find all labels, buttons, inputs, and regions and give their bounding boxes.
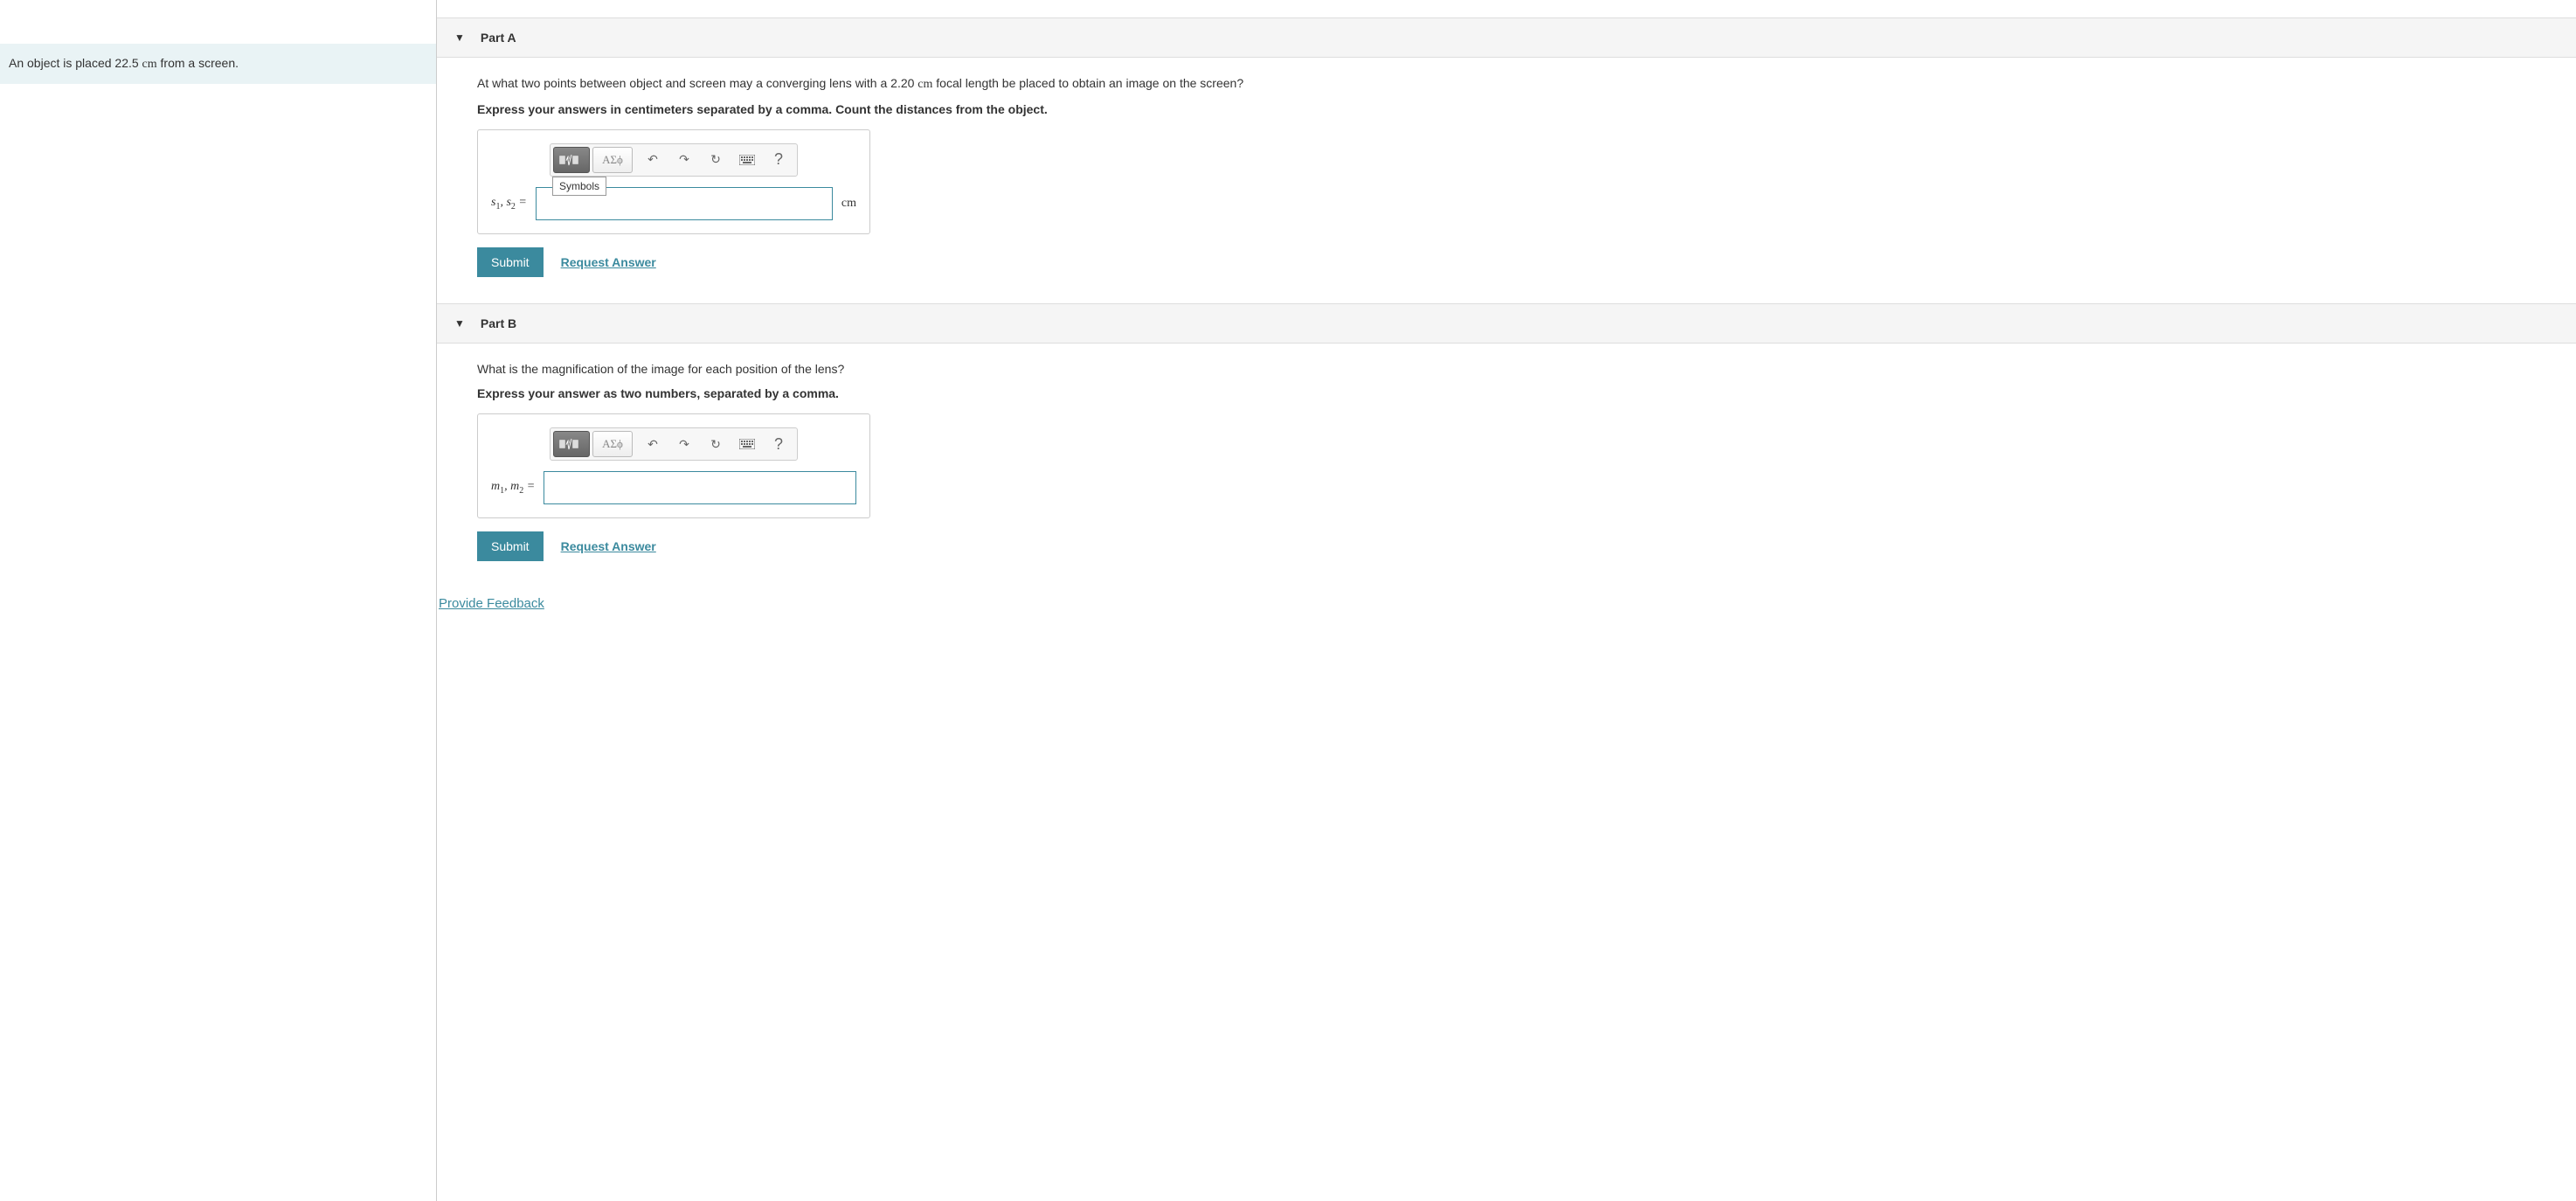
part-a-question-after: focal length be placed to obtain an imag… <box>932 76 1243 90</box>
caret-down-icon: ▼ <box>454 317 465 330</box>
part-b-answer-panel: x ΑΣϕ ↶ ↷ ↻ <box>477 413 870 518</box>
toolbar-wrap-a: x ΑΣϕ ↶ ↷ ↻ <box>491 143 856 177</box>
part-b-var-label: m1, m2 = <box>491 480 535 496</box>
part-a-submit-button[interactable]: Submit <box>477 247 544 277</box>
redo-button[interactable]: ↷ <box>668 147 700 173</box>
part-a-header[interactable]: ▼ Part A <box>437 17 2576 58</box>
keyboard-icon <box>739 439 755 449</box>
equation-toolbar-a: x ΑΣϕ ↶ ↷ ↻ <box>550 143 798 177</box>
keyboard-button[interactable] <box>731 147 763 173</box>
reset-button[interactable]: ↻ <box>700 431 731 457</box>
part-b-title: Part B <box>481 316 516 330</box>
help-button[interactable]: ? <box>763 431 794 457</box>
templates-button[interactable]: x <box>553 431 590 457</box>
part-b-request-answer-link[interactable]: Request Answer <box>561 539 656 553</box>
problem-text-after: from a screen. <box>157 56 239 70</box>
part-b-input[interactable] <box>544 471 856 504</box>
part-b-header[interactable]: ▼ Part B <box>437 303 2576 344</box>
undo-button[interactable]: ↶ <box>637 147 668 173</box>
part-a-answer-panel: x ΑΣϕ ↶ ↷ ↻ <box>477 129 870 234</box>
symbols-button[interactable]: ΑΣϕ <box>592 431 633 457</box>
caret-down-icon: ▼ <box>454 31 465 44</box>
toolbar-wrap-b: x ΑΣϕ ↶ ↷ ↻ <box>491 427 856 461</box>
part-b-answer-row: m1, m2 = <box>491 471 856 504</box>
problem-statement: An object is placed 22.5 cm from a scree… <box>0 44 436 84</box>
math-template-icon: x <box>558 434 585 454</box>
left-panel: An object is placed 22.5 cm from a scree… <box>0 0 437 1201</box>
part-a-title: Part A <box>481 31 516 45</box>
part-b-question: What is the magnification of the image f… <box>477 361 2541 378</box>
symbols-tooltip: Symbols <box>552 177 606 196</box>
part-a-question-unit: cm <box>918 78 932 91</box>
part-b-submit-button[interactable]: Submit <box>477 531 544 561</box>
part-a-actions: Submit Request Answer <box>477 247 2541 277</box>
redo-button[interactable]: ↷ <box>668 431 700 457</box>
undo-button[interactable]: ↶ <box>637 431 668 457</box>
equation-toolbar-b: x ΑΣϕ ↶ ↷ ↻ <box>550 427 798 461</box>
symbols-button[interactable]: ΑΣϕ <box>592 147 633 173</box>
part-b-instruction: Express your answer as two numbers, sepa… <box>477 386 2541 400</box>
part-a-unit: cm <box>841 197 856 211</box>
help-button[interactable]: ? <box>763 147 794 173</box>
part-a-question-before: At what two points between object and sc… <box>477 76 918 90</box>
part-b-actions: Submit Request Answer <box>477 531 2541 561</box>
provide-feedback-link[interactable]: Provide Feedback <box>439 596 544 611</box>
problem-text-before: An object is placed 22.5 <box>9 56 142 70</box>
templates-button[interactable]: x <box>553 147 590 173</box>
keyboard-icon <box>739 155 755 165</box>
part-a-instruction: Express your answers in centimeters sepa… <box>477 102 2541 116</box>
part-a-var-label: s1, s2 = <box>491 196 527 212</box>
part-a-request-answer-link[interactable]: Request Answer <box>561 255 656 269</box>
math-template-icon: x <box>558 150 585 170</box>
keyboard-button[interactable] <box>731 431 763 457</box>
part-b-body: What is the magnification of the image f… <box>437 344 2576 588</box>
right-panel: ▼ Part A At what two points between obje… <box>437 0 2576 1201</box>
problem-unit: cm <box>142 58 157 71</box>
reset-button[interactable]: ↻ <box>700 147 731 173</box>
part-a-question: At what two points between object and sc… <box>477 75 2541 94</box>
part-a-answer-row: s1, s2 = cm <box>491 187 856 220</box>
part-a-body: At what two points between object and sc… <box>437 58 2576 303</box>
feedback-wrap: Provide Feedback <box>437 587 2576 628</box>
